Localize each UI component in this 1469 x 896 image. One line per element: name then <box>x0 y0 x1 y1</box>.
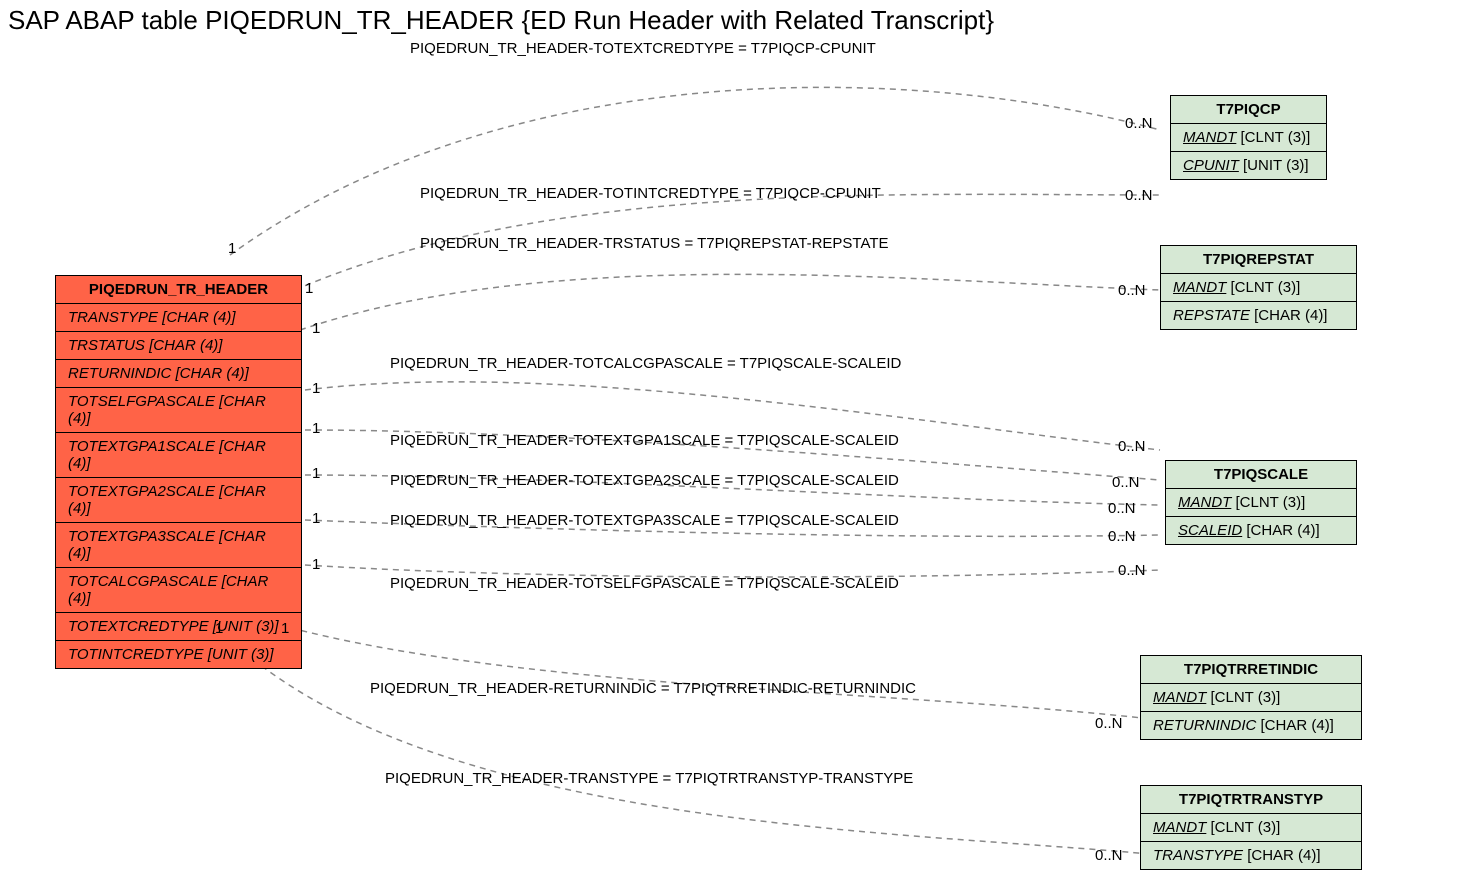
rel-label: PIQEDRUN_TR_HEADER-TOTEXTGPA2SCALE = T7P… <box>390 472 899 489</box>
field-row: MANDT [CLNT (3)] <box>1141 684 1361 712</box>
table-main: PIQEDRUN_TR_HEADER TRANSTYPE [CHAR (4)] … <box>55 275 302 669</box>
cardinality: 0..N <box>1118 562 1146 579</box>
field-row: TOTCALCGPASCALE [CHAR (4)] <box>56 568 301 613</box>
table-ref-t7piqtrtranstyp: T7PIQTRTRANSTYP MANDT [CLNT (3)] TRANSTY… <box>1140 785 1362 870</box>
ref-header: T7PIQSCALE <box>1166 461 1356 489</box>
cardinality: 0..N <box>1095 715 1123 732</box>
field-row: TRANSTYPE [CHAR (4)] <box>56 304 301 332</box>
rel-label: PIQEDRUN_TR_HEADER-TOTSELFGPASCALE = T7P… <box>390 575 899 592</box>
ref-header: T7PIQCP <box>1171 96 1326 124</box>
field-row: RETURNINDIC [CHAR (4)] <box>56 360 301 388</box>
ref-header: T7PIQTRTRANSTYP <box>1141 786 1361 814</box>
rel-label: PIQEDRUN_TR_HEADER-TRANSTYPE = T7PIQTRTR… <box>385 770 913 787</box>
cardinality: 1 <box>312 380 320 397</box>
cardinality: 1 <box>312 320 320 337</box>
field-row: MANDT [CLNT (3)] <box>1141 814 1361 842</box>
cardinality: 1 <box>312 510 320 527</box>
cardinality: 1 <box>305 280 313 297</box>
rel-label: PIQEDRUN_TR_HEADER-TOTINTCREDTYPE = T7PI… <box>420 185 881 202</box>
rel-label: PIQEDRUN_TR_HEADER-TOTEXTCREDTYPE = T7PI… <box>410 40 876 57</box>
field-row: TRSTATUS [CHAR (4)] <box>56 332 301 360</box>
field-row: TOTINTCREDTYPE [UNIT (3)] <box>56 641 301 668</box>
diagram-title: SAP ABAP table PIQEDRUN_TR_HEADER {ED Ru… <box>8 5 994 36</box>
cardinality: 1 <box>281 620 289 637</box>
cardinality: 0..N <box>1112 474 1140 491</box>
cardinality: 0..N <box>1118 438 1146 455</box>
rel-label: PIQEDRUN_TR_HEADER-RETURNINDIC = T7PIQTR… <box>370 680 916 697</box>
field-row: MANDT [CLNT (3)] <box>1166 489 1356 517</box>
cardinality: 0..N <box>1118 282 1146 299</box>
ref-header: T7PIQTRRETINDIC <box>1141 656 1361 684</box>
field-row: MANDT [CLNT (3)] <box>1161 274 1356 302</box>
field-row: TOTEXTGPA3SCALE [CHAR (4)] <box>56 523 301 568</box>
table-main-header: PIQEDRUN_TR_HEADER <box>56 276 301 304</box>
cardinality: 0..N <box>1095 847 1123 864</box>
rel-label: PIQEDRUN_TR_HEADER-TOTEXTGPA1SCALE = T7P… <box>390 432 899 449</box>
field-row: TOTSELFGPASCALE [CHAR (4)] <box>56 388 301 433</box>
field-row: TRANSTYPE [CHAR (4)] <box>1141 842 1361 869</box>
cardinality: 1 <box>312 420 320 437</box>
rel-label: PIQEDRUN_TR_HEADER-TOTCALCGPASCALE = T7P… <box>390 355 901 372</box>
cardinality: 1 <box>312 556 320 573</box>
rel-label: PIQEDRUN_TR_HEADER-TRSTATUS = T7PIQREPST… <box>420 235 889 252</box>
table-ref-t7piqscale: T7PIQSCALE MANDT [CLNT (3)] SCALEID [CHA… <box>1165 460 1357 545</box>
field-row: REPSTATE [CHAR (4)] <box>1161 302 1356 329</box>
table-ref-t7piqrepstat: T7PIQREPSTAT MANDT [CLNT (3)] REPSTATE [… <box>1160 245 1357 330</box>
table-ref-t7piqcp: T7PIQCP MANDT [CLNT (3)] CPUNIT [UNIT (3… <box>1170 95 1327 180</box>
cardinality: 0..N <box>1125 187 1153 204</box>
cardinality: 1 <box>228 240 236 257</box>
cardinality: 1 <box>312 465 320 482</box>
field-row: TOTEXTGPA1SCALE [CHAR (4)] <box>56 433 301 478</box>
cardinality: 0..N <box>1108 500 1136 517</box>
field-row: TOTEXTGPA2SCALE [CHAR (4)] <box>56 478 301 523</box>
ref-header: T7PIQREPSTAT <box>1161 246 1356 274</box>
cardinality: 0..N <box>1108 528 1136 545</box>
cardinality: 1 <box>215 620 223 637</box>
field-row: TOTEXTCREDTYPE [UNIT (3)] <box>56 613 301 641</box>
field-row: RETURNINDIC [CHAR (4)] <box>1141 712 1361 739</box>
field-row: SCALEID [CHAR (4)] <box>1166 517 1356 544</box>
cardinality: 0..N <box>1125 115 1153 132</box>
rel-label: PIQEDRUN_TR_HEADER-TOTEXTGPA3SCALE = T7P… <box>390 512 899 529</box>
field-row: CPUNIT [UNIT (3)] <box>1171 152 1326 179</box>
table-ref-t7piqtrretindic: T7PIQTRRETINDIC MANDT [CLNT (3)] RETURNI… <box>1140 655 1362 740</box>
field-row: MANDT [CLNT (3)] <box>1171 124 1326 152</box>
